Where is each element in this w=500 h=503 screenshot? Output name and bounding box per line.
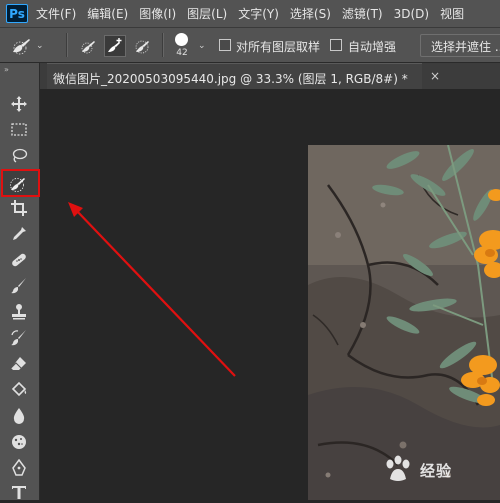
eraser-tool[interactable] [8,353,30,375]
brush-icon [11,278,26,294]
subtract-from-selection-button[interactable] [132,35,154,57]
pen-tool[interactable] [8,457,30,479]
sample-all-layers-label: 对所有图层取样 [236,40,321,54]
menu-view[interactable]: 视图 [440,5,464,22]
close-icon[interactable]: × [430,69,440,83]
panel-grip-icon[interactable]: » [4,65,9,74]
menu-bar: Ps 文件(F) 编辑(E) 图像(I) 图层(L) 文字(Y) 选择(S) 滤… [0,0,500,27]
lasso-icon [12,148,28,163]
history-brush-icon [11,330,26,346]
move-tool[interactable] [8,93,30,115]
menu-edit[interactable]: 编辑(E) [87,5,128,22]
type-icon [12,486,26,499]
brush-tip-icon [175,33,188,46]
lasso-tool[interactable] [8,145,30,167]
add-to-selection-button[interactable] [104,35,126,57]
photoshop-logo[interactable]: Ps [6,4,28,23]
document-tab-bar: 微信图片_20200503095440.jpg @ 33.3% (图层 1, R… [40,63,500,89]
quick-selection-subtract-icon [135,40,149,54]
healing-brush-icon [12,253,26,267]
crop-tool[interactable] [8,197,30,219]
tools-panel: » [0,63,40,500]
marquee-icon [11,123,27,136]
menu-3d[interactable]: 3D(D) [394,7,429,21]
auto-enhance-checkbox[interactable] [330,39,342,51]
new-selection-button[interactable] [78,35,100,57]
blur-icon [13,408,25,424]
menu-image[interactable]: 图像(I) [139,5,176,22]
menu-select[interactable]: 选择(S) [290,5,331,22]
menu-filter[interactable]: 滤镜(T) [342,5,383,22]
select-and-mask-button[interactable]: 选择并遮住 ... [420,34,500,57]
quick-selection-tool[interactable] [8,172,30,194]
clone-stamp-icon [12,304,26,320]
baidu-jingyan-watermark: 经验 [382,450,498,490]
watermark-text: 经验 [420,461,453,480]
sample-all-layers-checkbox[interactable] [219,39,231,51]
history-brush-tool[interactable] [8,327,30,349]
sponge-icon [12,435,26,449]
eyedropper-icon [13,227,26,240]
marquee-tool[interactable] [8,118,30,140]
clone-stamp-tool[interactable] [8,301,30,323]
flower-photo [308,145,500,500]
quick-selection-add-icon [108,38,122,52]
document-title: 微信图片_20200503095440.jpg @ 33.3% (图层 1, R… [53,72,408,86]
blur-tool[interactable] [8,405,30,427]
paint-bucket-icon [11,381,27,397]
healing-brush-tool[interactable] [8,249,30,271]
brush-size-picker[interactable]: 42 [170,31,194,61]
menu-layer[interactable]: 图层(L) [187,5,227,22]
eraser-icon [10,357,26,370]
sponge-tool[interactable] [8,431,30,453]
document-tab[interactable]: 微信图片_20200503095440.jpg @ 33.3% (图层 1, R… [47,63,422,89]
paint-bucket-tool[interactable] [8,379,30,401]
auto-enhance-label: 自动增强 [348,40,397,54]
move-icon [11,96,27,112]
brush-tool[interactable] [8,275,30,297]
pen-icon [12,459,26,476]
options-bar: ⌄ 42 ⌄ 对所有图层取样 自动增强 选择并遮住 ... [0,27,500,63]
quick-selection-new-icon [81,41,95,54]
eyedropper-tool[interactable] [8,223,30,245]
quick-selection-preset-icon [13,39,30,55]
document-image[interactable] [308,145,500,500]
menu-type[interactable]: 文字(Y) [238,5,279,22]
brush-size-value: 42 [176,48,188,58]
menu-file[interactable]: 文件(F) [36,5,76,22]
paw-logo-icon [386,455,410,481]
quick-selection-icon [10,178,25,192]
crop-icon [11,200,27,216]
chevron-down-icon: ⌄ [36,41,44,51]
tool-preset-picker[interactable]: ⌄ [10,36,48,56]
chevron-down-icon[interactable]: ⌄ [198,41,206,51]
